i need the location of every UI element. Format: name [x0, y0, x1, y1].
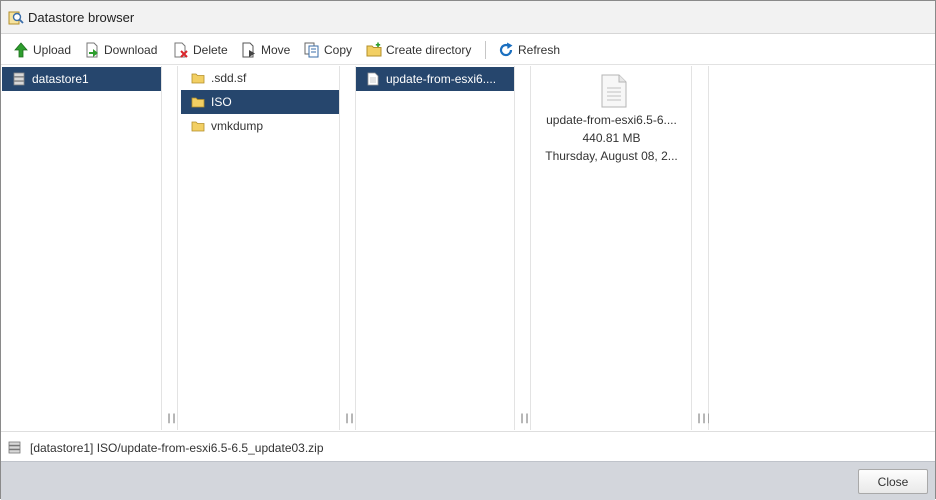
- browser-columns: datastore1 ||| .sdd.sf ISO vmkdump ||| u…: [1, 66, 935, 430]
- folder-label: .sdd.sf: [211, 71, 247, 85]
- datastore-item-datastore1[interactable]: datastore1: [2, 67, 161, 91]
- folder-item-vmkdump[interactable]: vmkdump: [181, 114, 339, 138]
- upload-arrow-icon: [14, 42, 28, 58]
- folder-column: .sdd.sf ISO vmkdump: [178, 66, 340, 430]
- toolbar: Upload Download Delete Move Copy Create …: [1, 35, 935, 65]
- folder-item-sdd-sf[interactable]: .sdd.sf: [181, 66, 339, 90]
- detail-file-modified: Thursday, August 08, 2...: [545, 149, 678, 163]
- download-button[interactable]: Download: [84, 41, 157, 59]
- datastore-icon: [13, 72, 25, 86]
- delete-label: Delete: [193, 43, 228, 57]
- create-directory-label: Create directory: [386, 43, 472, 57]
- datastore-icon: [8, 441, 21, 454]
- datastore-browser-window: Datastore browser Upload Download Delete: [0, 0, 936, 500]
- folder-item-iso[interactable]: ISO: [181, 90, 339, 114]
- file-icon: [601, 74, 627, 108]
- file-details-panel: update-from-esxi6.5-6.... 440.81 MB Thur…: [531, 66, 692, 430]
- move-label: Move: [261, 43, 291, 57]
- column-resize-handle[interactable]: |||: [162, 66, 182, 430]
- toolbar-separator: [485, 41, 486, 59]
- copy-label: Copy: [324, 43, 353, 57]
- create-directory-button[interactable]: Create directory: [366, 41, 471, 59]
- detail-file-name: update-from-esxi6.5-6....: [546, 113, 677, 127]
- window-title: Datastore browser: [28, 10, 135, 25]
- folder-icon: [191, 97, 205, 108]
- refresh-button[interactable]: Refresh: [498, 41, 560, 59]
- datastore-column: datastore1: [1, 66, 162, 430]
- delete-button[interactable]: Delete: [173, 41, 228, 59]
- dialog-footer: Close: [1, 461, 935, 500]
- move-icon: [242, 42, 255, 58]
- download-icon: [86, 42, 98, 58]
- close-button[interactable]: Close: [858, 469, 928, 494]
- refresh-icon: [499, 42, 513, 57]
- column-resize-handle[interactable]: |||: [340, 66, 360, 430]
- empty-column: [709, 66, 935, 430]
- folder-label: vmkdump: [211, 119, 264, 133]
- file-column: update-from-esxi6....: [356, 66, 515, 430]
- file-item-update-from-esxi[interactable]: update-from-esxi6....: [356, 67, 514, 91]
- download-label: Download: [104, 43, 158, 57]
- folder-label: ISO: [211, 95, 232, 109]
- detail-file-size: 440.81 MB: [582, 131, 641, 145]
- datastore-label: datastore1: [32, 72, 89, 86]
- delete-icon: [174, 42, 188, 58]
- column-resize-handle[interactable]: |||: [515, 66, 535, 430]
- folder-icon: [191, 73, 205, 84]
- upload-label: Upload: [33, 43, 72, 57]
- column-resize-handle[interactable]: |||: [692, 66, 712, 430]
- title-bar: Datastore browser: [1, 1, 935, 34]
- upload-button[interactable]: Upload: [13, 41, 71, 59]
- status-bar: [datastore1] ISO/update-from-esxi6.5-6.5…: [1, 431, 935, 461]
- selected-path: [datastore1] ISO/update-from-esxi6.5-6.5…: [30, 441, 324, 455]
- folder-icon: [191, 121, 205, 132]
- new-folder-icon: [366, 42, 382, 57]
- refresh-label: Refresh: [518, 43, 561, 57]
- file-icon: [367, 72, 379, 86]
- copy-button[interactable]: Copy: [304, 41, 352, 59]
- move-button[interactable]: Move: [241, 41, 290, 59]
- datastore-browser-icon: [8, 11, 24, 25]
- file-label: update-from-esxi6....: [386, 72, 497, 86]
- copy-icon: [304, 42, 319, 58]
